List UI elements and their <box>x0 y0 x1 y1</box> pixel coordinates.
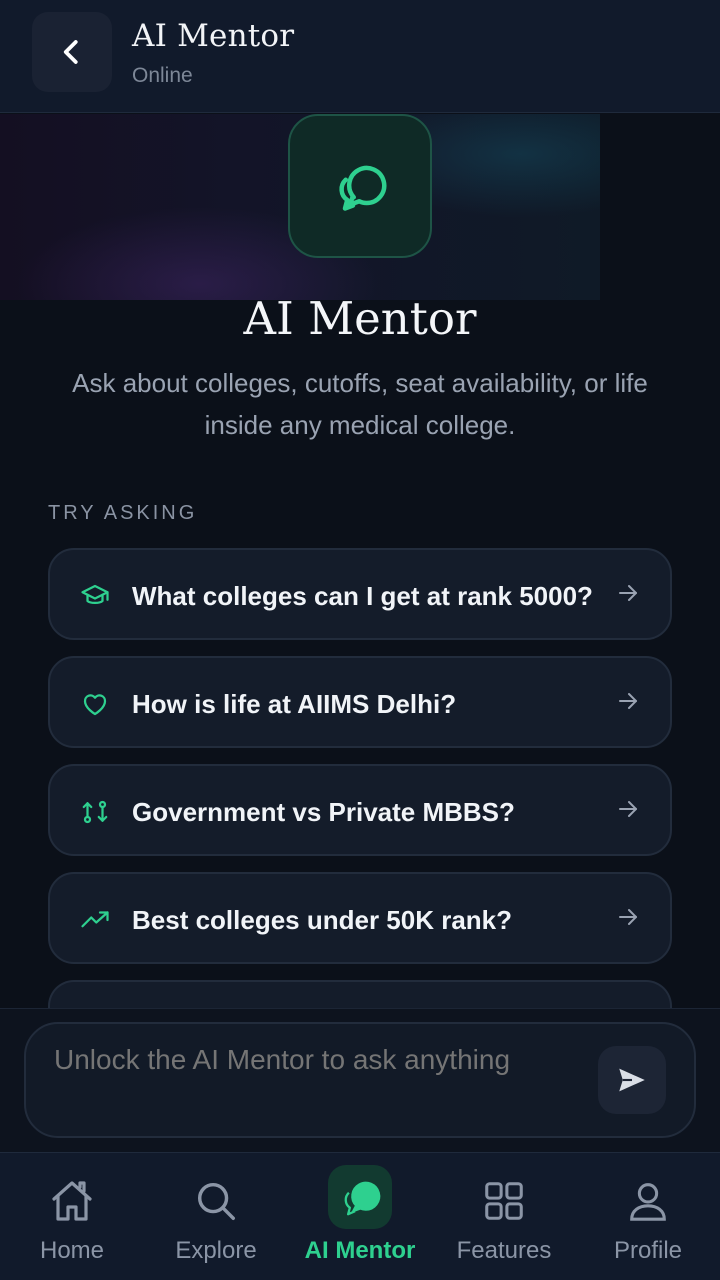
chat-bubbles-icon <box>328 1165 392 1229</box>
hero-title: AI Mentor <box>243 292 477 345</box>
user-icon <box>620 1173 676 1229</box>
arrow-right-icon <box>619 801 637 817</box>
arrow-right-icon <box>619 909 637 925</box>
suggestion-card[interactable]: What colleges can I get at rank 5000? <box>48 548 672 640</box>
suggestion-label: Best colleges under 50K rank? <box>132 905 513 935</box>
arrow-right-icon <box>619 693 637 709</box>
suggestion-label: What colleges can I get at rank 5000? <box>132 581 593 611</box>
nav-item-features[interactable]: Features <box>432 1153 576 1280</box>
header-title: AI Mentor <box>132 18 295 54</box>
nav-item-profile[interactable]: Profile <box>576 1153 720 1280</box>
back-button[interactable] <box>32 12 112 92</box>
nav-label: Features <box>456 1237 552 1264</box>
suggestion-label: Government vs Private MBBS? <box>132 797 515 827</box>
send-button[interactable] <box>598 1046 666 1114</box>
compare-arrows-icon <box>82 800 108 824</box>
suggestion-card[interactable]: Government vs Private MBBS? <box>48 764 672 856</box>
hero-chat-badge <box>288 114 432 258</box>
hero-description: Ask about colleges, cutoffs, seat availa… <box>72 368 648 440</box>
message-input[interactable] <box>54 1044 574 1076</box>
nav-label: AI Mentor <box>304 1237 416 1264</box>
nav-item-ai-mentor[interactable]: AI Mentor <box>288 1153 432 1280</box>
suggestions-heading: TRY ASKING <box>48 502 198 524</box>
nav-label: Home <box>39 1237 105 1264</box>
home-icon <box>44 1173 100 1229</box>
chat-bubbles-icon <box>339 165 387 211</box>
top-bar: AI Mentor Online <box>0 0 720 113</box>
message-composer <box>24 1022 696 1138</box>
bottom-nav: Home Explore AI Mentor Features Profile <box>0 1152 720 1280</box>
online-status: Online <box>132 64 193 87</box>
suggestion-card[interactable]: How is life at AIIMS Delhi? <box>48 656 672 748</box>
arrow-right-icon <box>619 585 637 601</box>
graduation-cap-icon <box>81 584 109 604</box>
send-icon <box>619 1068 645 1092</box>
suggestion-label: How is life at AIIMS Delhi? <box>132 689 457 719</box>
nav-item-home[interactable]: Home <box>0 1153 144 1280</box>
nav-item-explore[interactable]: Explore <box>144 1153 288 1280</box>
grid-icon <box>476 1173 532 1229</box>
search-icon <box>188 1173 244 1229</box>
trending-up-icon <box>81 911 109 928</box>
chevron-left-icon <box>63 40 78 64</box>
nav-label: Explore <box>175 1237 257 1264</box>
nav-label: Profile <box>613 1237 683 1264</box>
suggestion-card[interactable]: Best colleges under 50K rank? <box>48 872 672 964</box>
heart-icon <box>83 694 107 716</box>
